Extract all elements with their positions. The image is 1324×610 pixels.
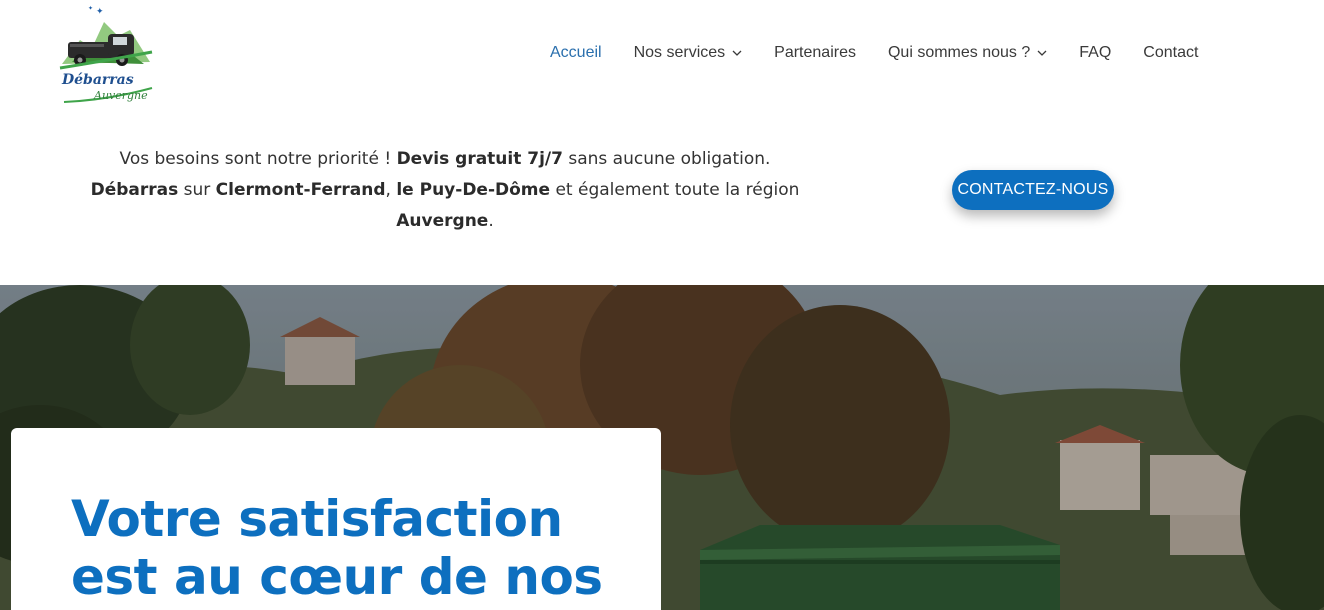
nav-item-partenaires[interactable]: Partenaires [774,44,856,62]
intro-text-part: et également toute la région [550,180,800,200]
hero-text-card: Votre satisfaction est au cœur de nos [11,428,661,610]
nav-item-contact[interactable]: Contact [1143,44,1198,62]
nav-item-accueil[interactable]: Accueil [550,44,602,62]
intro-text-part: , [385,180,397,200]
intro-text: Vos besoins sont notre priorité ! Devis … [60,144,830,237]
intro-bold-auvergne: Auvergne [396,211,489,231]
nav-label: Partenaires [774,44,856,61]
site-header: ✦ ✦ Débarras Auvergne Accueil Nos servic… [0,0,1324,110]
brand-logo[interactable]: ✦ ✦ Débarras Auvergne [58,2,154,108]
nav-label: FAQ [1079,44,1112,61]
intro-text-part: . [488,211,494,231]
intro-text-part: sur [178,180,216,200]
nav-item-faq[interactable]: FAQ [1079,44,1111,62]
intro-bold-puy-de-dome: le Puy-De-Dôme [396,180,551,200]
main-navigation: Accueil Nos services Partenaires Qui som… [550,44,1198,62]
nav-label: Accueil [550,44,602,61]
svg-text:✦: ✦ [88,5,93,12]
nav-label: Qui sommes nous ? [887,44,1031,61]
contact-us-button[interactable]: CONTACTEZ-NOUS [952,170,1114,210]
nav-item-nos-services[interactable]: Nos services [634,44,743,62]
nav-item-qui-sommes-nous[interactable]: Qui sommes nous ? [888,44,1047,62]
intro-text-part: Vos besoins sont notre priorité ! [119,149,397,169]
svg-text:✦: ✦ [96,7,104,17]
intro-text-part: sans aucune obligation. [562,149,771,169]
logo-text-auvergne: Auvergne [94,89,148,102]
chevron-down-icon [732,50,742,56]
intro-bold-debarras: Débarras [90,180,179,200]
hero-title: Votre satisfaction est au cœur de nos [71,490,603,606]
nav-label: Contact [1143,44,1199,61]
nav-label: Nos services [633,44,726,61]
intro-bold-devis: Devis gratuit 7j/7 [396,149,563,169]
intro-bold-clermont: Clermont-Ferrand [215,180,386,200]
chevron-down-icon [1037,50,1047,56]
logo-text-debarras: Débarras [62,72,134,88]
